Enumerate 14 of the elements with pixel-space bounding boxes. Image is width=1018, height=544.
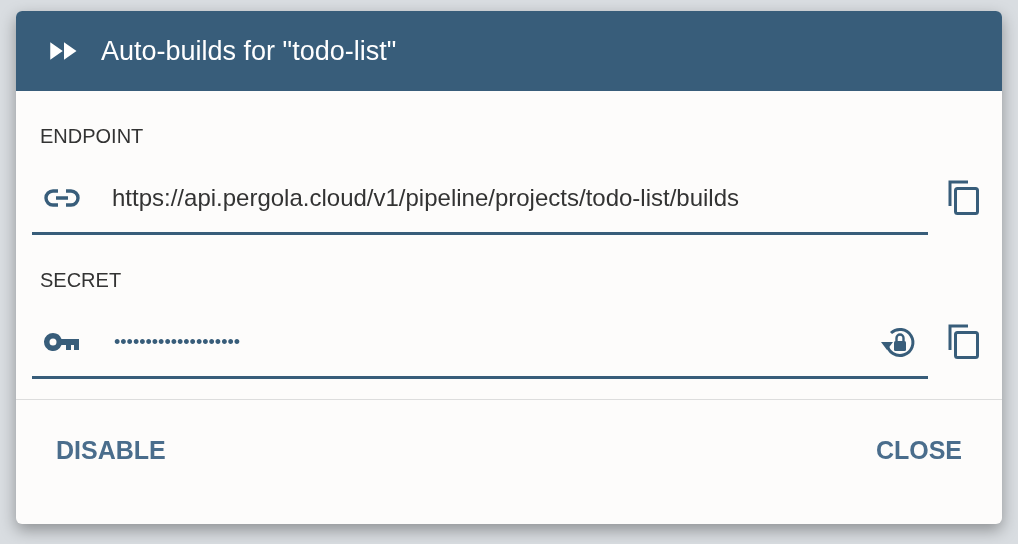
input-field[interactable]: https://api.pergola.cloud/v1/pipeline/projects/todo-list/builds bbox=[32, 172, 928, 235]
input-field[interactable]: •••••••••••••••••••• bbox=[32, 316, 928, 379]
copy-icon[interactable] bbox=[946, 323, 982, 360]
close-button[interactable]: CLOSE bbox=[859, 430, 978, 471]
fast-forward-icon bbox=[49, 41, 79, 61]
copy-icon[interactable] bbox=[946, 179, 982, 216]
link-icon bbox=[44, 188, 80, 208]
disable-button[interactable]: DISABLE bbox=[40, 430, 182, 471]
field-label: SECRET bbox=[39, 269, 123, 292]
field-value: https://api.pergola.cloud/v1/pipeline/projects/todo-list/builds bbox=[112, 184, 741, 212]
dialog-title: Auto-builds for "todo-list" bbox=[101, 35, 397, 67]
key-icon bbox=[44, 332, 82, 352]
field-value: •••••••••••••••••••• bbox=[114, 331, 242, 353]
field-label: ENDPOINT bbox=[39, 125, 145, 148]
